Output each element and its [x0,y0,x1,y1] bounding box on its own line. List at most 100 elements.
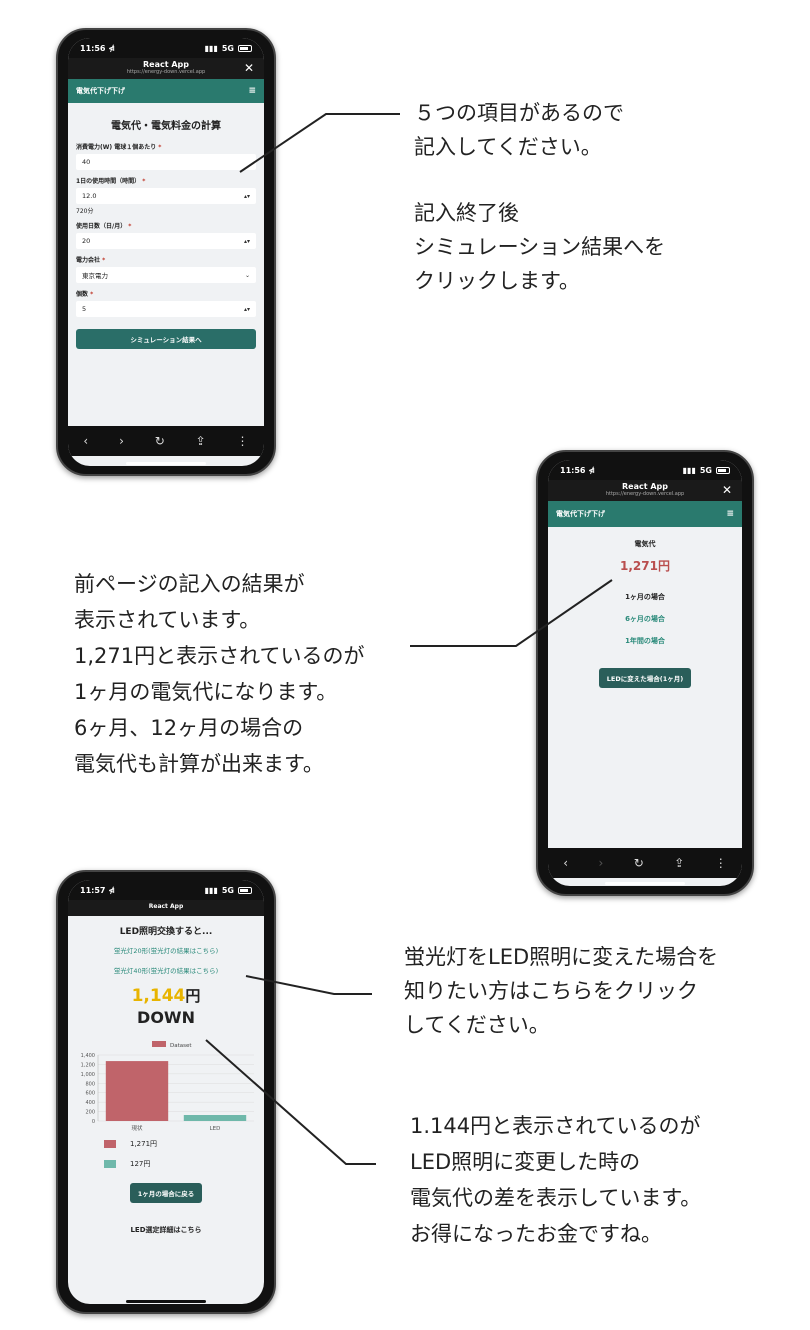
days-input[interactable]: 20 ▴▾ [76,233,256,249]
phone-led: 11:57 ⋪ ▮▮▮ 5G React App LED照明交換すると... 蛍光… [56,870,276,1314]
share-icon[interactable]: ⇪ [674,856,684,870]
led-button[interactable]: LEDに変えた場合(1ヶ月) [598,668,692,688]
reload-icon[interactable]: ↻ [634,856,644,870]
link-20w[interactable]: 蛍光灯20形(蛍光灯の結果はこちら) [68,945,264,955]
browser-nav: ‹ › ↻ ⇪ ⋮ [548,848,742,878]
app-bar: 電気代下げ下げ ≡ [68,79,264,103]
forward-icon[interactable]: › [598,856,603,870]
chart-legend-swatch [152,1041,166,1047]
more-icon[interactable]: ⋮ [715,856,727,870]
back-1month-button[interactable]: 1ヶ月の場合に戻る [129,1183,203,1203]
company-select[interactable]: 東京電力 ⌄ [76,267,256,283]
legend-led: 127円 [104,1159,264,1169]
spinner-icon[interactable]: ▴▾ [244,193,250,200]
browser-title: React App [622,482,668,491]
watt-input[interactable]: 40 [76,154,256,170]
cost-label: 電気代 [634,540,656,548]
browser-nav: ‹ › ↻ ⇪ ⋮ [68,426,264,456]
led-detail-link[interactable]: LED選定詳細はこちら [68,1225,264,1235]
signal-icon: ▮▮▮ [682,465,696,475]
field-label-hours: 1日の使用時間（時間） [76,178,141,185]
canvas: 11:56 ⋪ ▮▮▮ 5G React App https://energy-d… [0,0,810,1330]
y-tick-label: 800 [85,1081,95,1087]
home-indicator [126,1300,206,1303]
field-label-count: 個数 [76,291,89,298]
app-name: 電気代下げ下げ [556,510,605,518]
bar-led [183,1115,247,1121]
close-icon[interactable]: ✕ [244,61,254,75]
bar-current [105,1061,169,1121]
diff-amount: 1,144円 [68,985,264,1006]
simulation-button[interactable]: シミュレーション結果へ [76,329,256,349]
share-icon[interactable]: ⇪ [196,434,206,448]
note-led-diff: 1.144円と表示されているのが LED照明に変更した時の 電気代の差を表示して… [410,1114,702,1246]
browser-title-bar: React App https://energy-down.vercel.app… [548,480,742,501]
browser-title: React App [143,60,189,69]
browser-title-bar: React App https://energy-down.vercel.app… [68,58,264,79]
note-result: 前ページの記入の結果が 表示されています。 1,271円と表示されているのが 1… [74,572,365,776]
note-after-input: 記入終了後 シミュレーション結果へを クリックします。 [414,201,666,293]
status-bar: 11:56 ⋪ ▮▮▮ 5G [68,38,264,58]
result-panel: 電気代 1,271円 1ヶ月の場合 6ヶ月の場合 1年間の場合 LEDに変えた場… [548,527,742,688]
diff-unit: 円 [185,987,201,1005]
status-time: 11:57 ⋪ [80,885,115,895]
network-label: 5G [221,885,234,895]
browser-url: https://energy-down.vercel.app [605,491,685,497]
hours-input[interactable]: 12.0 ▴▾ [76,188,256,204]
cost-value: 1,271円 [620,559,670,573]
y-tick-label: 1,400 [81,1053,95,1059]
menu-icon[interactable]: ≡ [248,86,256,96]
spinner-icon[interactable]: ▴▾ [244,238,250,245]
status-time: 11:56 ⋪ [80,43,115,53]
more-icon[interactable]: ⋮ [237,434,249,448]
phone-result-screen: 11:56 ⋪ ▮▮▮ 5G React App https://energy-d… [548,460,742,886]
y-tick-label: 400 [85,1100,95,1106]
field-label-days: 使用日数（日/月） [76,223,127,230]
y-tick-label: 200 [85,1110,95,1116]
reload-icon[interactable]: ↻ [155,434,165,448]
x-tick-label: 現状 [131,1124,143,1132]
spinner-icon[interactable]: ▴▾ [244,306,250,313]
y-tick-label: 600 [85,1091,95,1097]
home-indicator [605,882,685,885]
app-bar: 電気代下げ下げ ≡ [548,501,742,527]
battery-icon [716,466,730,474]
back-icon[interactable]: ‹ [83,434,88,448]
calc-form: 電気代・電気料金の計算 消費電力(W) 電球１個あたり * 40 1日の使用時間… [68,103,264,357]
led-panel: LED照明交換すると... 蛍光灯20形(蛍光灯の結果はこちら) 蛍光灯40形(… [68,916,264,1235]
period-1year[interactable]: 1年間の場合 [548,636,742,646]
home-indicator [126,462,206,465]
browser-title-bar: React App [68,900,264,916]
status-bar: 11:56 ⋪ ▮▮▮ 5G [548,460,742,480]
browser-title: React App [148,903,184,910]
field-label-watt: 消費電力(W) 電球１個あたり [76,144,157,151]
required-mark: * [142,178,146,185]
period-1month[interactable]: 1ヶ月の場合 [548,592,742,602]
y-tick-label: 0 [92,1119,95,1125]
phone-form: 11:56 ⋪ ▮▮▮ 5G React App https://energy-d… [56,28,276,476]
link-40w[interactable]: 蛍光灯40形(蛍光灯の結果はこちら) [68,965,264,975]
close-icon[interactable]: ✕ [722,483,732,497]
led-heading: LED照明交換すると... [119,927,213,937]
period-6months[interactable]: 6ヶ月の場合 [548,614,742,624]
back-icon[interactable]: ‹ [563,856,568,870]
menu-icon[interactable]: ≡ [726,509,734,519]
count-input[interactable]: 5 ▴▾ [76,301,256,317]
x-tick-label: LED [210,1126,221,1132]
chevron-down-icon: ⌄ [244,271,250,279]
app-name: 電気代下げ下げ [76,87,125,95]
legend-current: 1,271円 [104,1139,264,1149]
form-heading: 電気代・電気料金の計算 [111,121,221,132]
diff-value: 1,144 [131,986,186,1006]
note-fill-in: ５つの項目があるので 記入してください。 [414,101,624,159]
battery-icon [238,886,252,894]
chart-legend-label: Dataset [170,1043,192,1049]
network-label: 5G [221,43,234,53]
y-tick-label: 1,200 [81,1062,95,1068]
hours-hint: 720分 [76,208,94,215]
status-time: 11:56 ⋪ [560,465,595,475]
required-mark: * [128,223,132,230]
required-mark: * [90,291,94,298]
forward-icon[interactable]: › [119,434,124,448]
down-label: DOWN [137,1008,195,1027]
